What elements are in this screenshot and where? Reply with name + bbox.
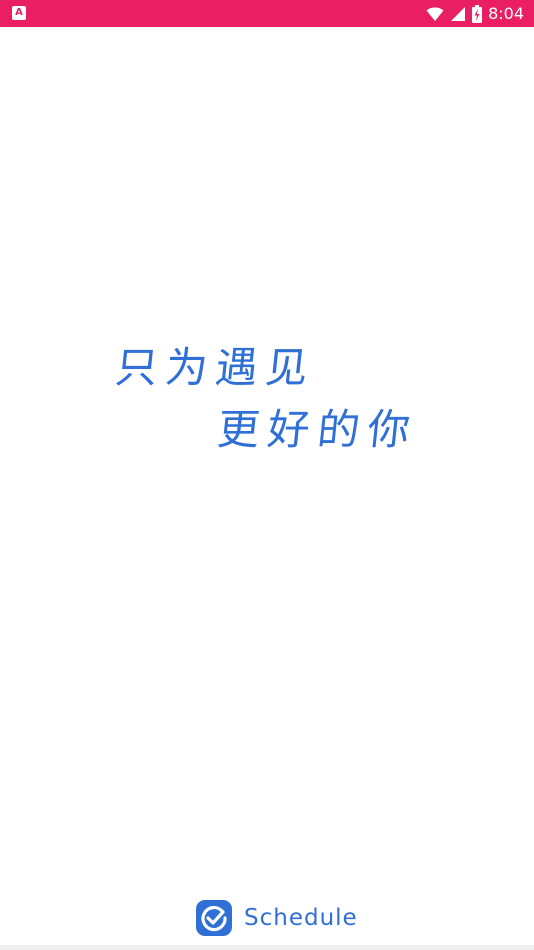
status-time: 8:04 bbox=[488, 4, 524, 23]
a-app-icon: A bbox=[12, 6, 26, 20]
wifi-icon bbox=[426, 6, 444, 21]
slogan-line-1: 只为遇见 bbox=[113, 343, 319, 392]
slogan: 只为遇见 更好的你 bbox=[0, 0, 534, 950]
splash-screen: A 8:04 只为遇见 更好的你 Schedule bbox=[0, 0, 534, 950]
checkmark-icon bbox=[196, 900, 232, 936]
battery-charging-icon bbox=[472, 4, 483, 23]
status-icons: 8:04 bbox=[426, 0, 524, 27]
status-bar: A 8:04 bbox=[0, 0, 534, 27]
bottom-strip bbox=[0, 945, 534, 950]
signal-icon bbox=[451, 6, 466, 21]
slogan-line-2: 更好的你 bbox=[215, 405, 421, 454]
brand-name: Schedule bbox=[244, 905, 358, 931]
brand: Schedule bbox=[196, 900, 358, 936]
